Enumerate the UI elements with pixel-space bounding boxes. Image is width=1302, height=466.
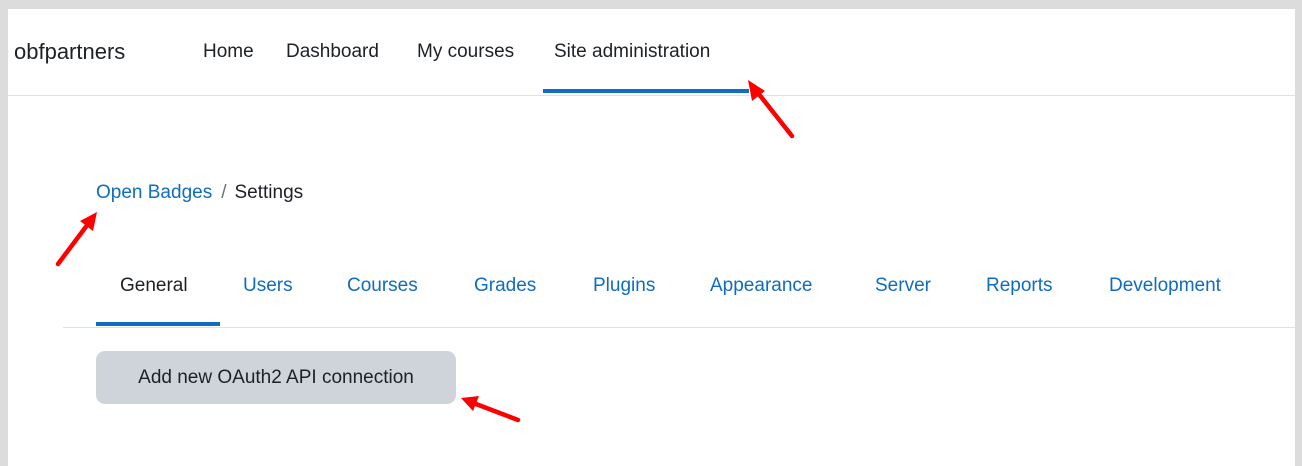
browser-page: obfpartners Home Dashboard My courses Si… <box>0 0 1302 466</box>
breadcrumb-current-settings: Settings <box>234 182 304 203</box>
tab-plugins[interactable]: Plugins <box>593 273 655 299</box>
tab-courses[interactable]: Courses <box>347 273 418 299</box>
active-tab-indicator <box>96 322 220 326</box>
nav-item-dashboard[interactable]: Dashboard <box>286 39 379 65</box>
active-nav-indicator <box>543 89 749 93</box>
nav-item-my-courses[interactable]: My courses <box>417 39 514 65</box>
tab-general[interactable]: General <box>120 273 188 299</box>
breadcrumb-separator: / <box>221 182 227 203</box>
nav-item-home[interactable]: Home <box>203 39 254 65</box>
tab-grades[interactable]: Grades <box>474 273 536 299</box>
tab-reports[interactable]: Reports <box>986 273 1053 299</box>
tab-server[interactable]: Server <box>875 273 931 299</box>
primary-navigation: obfpartners Home Dashboard My courses Si… <box>8 9 1295 96</box>
tab-development[interactable]: Development <box>1109 273 1221 299</box>
breadcrumb: Open Badges / Settings <box>96 180 303 206</box>
breadcrumb-open-badges-link[interactable]: Open Badges <box>96 182 212 203</box>
nav-item-site-administration[interactable]: Site administration <box>554 39 710 65</box>
tab-users[interactable]: Users <box>243 273 293 299</box>
add-oauth2-connection-button[interactable]: Add new OAuth2 API connection <box>96 351 456 404</box>
site-name[interactable]: obfpartners <box>14 38 125 66</box>
tab-appearance[interactable]: Appearance <box>710 273 812 299</box>
admin-tabs: General Users Courses Grades Plugins App… <box>63 267 1295 328</box>
